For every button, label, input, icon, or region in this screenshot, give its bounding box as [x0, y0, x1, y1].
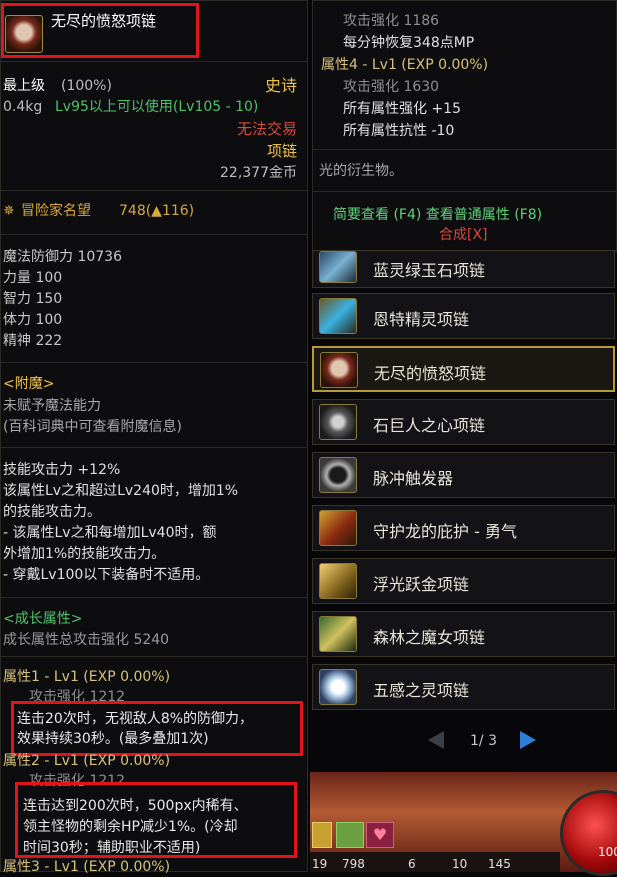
fame-label: 冒险家名望 [21, 203, 91, 219]
growth-header: <成长属性> [3, 611, 83, 627]
buff-icon [336, 822, 364, 848]
skill-slot-count: 19 [312, 857, 328, 871]
enchant-line: (百科词典中可查看附魔信息) [3, 419, 182, 435]
highlight-box-attr2 [15, 782, 297, 858]
dragon-necklace-icon [319, 510, 357, 546]
list-item[interactable]: 守护龙的庇护 - 勇气 [312, 505, 615, 551]
skill-slot-count: 145 [488, 857, 511, 871]
item-level-req: Lv95以上可以使用(Lv105 - 10) [55, 99, 259, 115]
page-next-button[interactable] [520, 731, 536, 749]
growth-total: 成长属性总攻击强化 5240 [3, 632, 170, 648]
page-indicator: 1/ 3 [470, 733, 497, 749]
stat-line: 魔法防御力 10736 [3, 249, 122, 265]
compare-line: 所有属性强化 +15 [343, 101, 461, 117]
attr2-title: 属性2 - Lv1 (EXP 0.00%) [3, 753, 171, 769]
compare-line: 每分钟恢复348点MP [343, 35, 475, 51]
highlight-box-attr1 [11, 701, 303, 756]
heart-icon: ♥ [366, 822, 394, 848]
highlight-box-title [1, 3, 199, 58]
attr3-title: 属性3 - Lv1 (EXP 0.00%) [3, 859, 171, 875]
synthesize-link[interactable]: 合成[X] [439, 225, 488, 245]
rage-necklace-icon [320, 352, 358, 388]
list-item[interactable]: 石巨人之心项链 [312, 399, 615, 445]
item-flavor-text: 光的衍生物。 [319, 163, 403, 179]
buff-icon [312, 822, 332, 848]
skill-line: 的技能攻击力。 [3, 504, 101, 520]
list-item[interactable]: 五感之灵项链 [312, 664, 615, 710]
item-rarity: 史诗 [264, 76, 297, 95]
hp-orb-value: 100 [598, 845, 617, 859]
list-item-selected[interactable]: 无尽的愤怒项链 [312, 346, 615, 392]
senses-necklace-icon [319, 669, 357, 705]
skill-line: 技能攻击力 +12% [3, 462, 121, 478]
compare-tooltip-panel: 攻击强化 1186 每分钟恢复348点MP 属性4 - Lv1 (EXP 0.0… [312, 0, 617, 252]
enchant-line: 未赋予魔法能力 [3, 398, 101, 414]
gold-necklace-icon [319, 563, 357, 599]
list-item[interactable]: 蓝灵绿玉石项链 [312, 250, 615, 288]
skill-line: - 该属性Lv之和每增加Lv40时，额 [3, 525, 217, 541]
skill-slot-count: 6 [408, 857, 416, 871]
stat-line: 智力 150 [3, 291, 63, 307]
enchant-header: <附魔> [3, 376, 55, 392]
compare-line: 攻击强化 1630 [343, 79, 440, 95]
compare-line: 攻击强化 1186 [343, 13, 440, 29]
item-grade-pct: (100%) [61, 78, 112, 94]
skill-line: 该属性Lv之和超过Lv240时，增加1% [3, 483, 239, 499]
witch-necklace-icon [319, 616, 357, 652]
item-trade: 无法交易 [236, 120, 297, 138]
stat-line: 力量 100 [3, 270, 63, 286]
attr1-title: 属性1 - Lv1 (EXP 0.00%) [3, 669, 171, 685]
crystal-necklace-icon [319, 251, 357, 283]
item-tooltip-panel: 无尽的愤怒项链 最上级 (100%) 史诗 0.4kg Lv95以上可以使用(L… [0, 0, 308, 875]
item-slot: 项链 [266, 142, 297, 160]
fame-value: 748(▲116) [119, 203, 195, 219]
stat-line: 体力 100 [3, 312, 63, 328]
spirit-necklace-icon [319, 298, 357, 334]
item-weight: 0.4kg [3, 99, 43, 115]
fame-icon: ✵ [3, 203, 15, 219]
skill-slot-count: 798 [342, 857, 365, 871]
skill-line: - 穿戴Lv100以下装备时不适用。 [3, 567, 210, 583]
list-item[interactable]: 浮光跃金项链 [312, 558, 615, 604]
skill-line: 外增加1%的技能攻击力。 [3, 546, 166, 562]
list-item[interactable]: 森林之魔女项链 [312, 611, 615, 657]
list-item[interactable]: 恩特精灵项链 [312, 293, 615, 339]
skill-slot-count: 10 [452, 857, 468, 871]
stat-line: 精神 222 [3, 333, 63, 349]
pulse-trigger-icon [319, 457, 357, 493]
compare-line: 属性4 - Lv1 (EXP 0.00%) [321, 57, 489, 73]
page-prev-button[interactable] [428, 731, 444, 749]
golem-necklace-icon [319, 404, 357, 440]
compare-line: 所有属性抗性 -10 [343, 123, 455, 139]
view-toggle-link[interactable]: 简要查看 (F4) 查看普通属性 (F8) [333, 205, 542, 225]
list-item[interactable]: 脉冲触发器 [312, 452, 615, 498]
item-grade: 最上级 [3, 78, 45, 94]
item-price: 22,377金币 [220, 165, 297, 181]
